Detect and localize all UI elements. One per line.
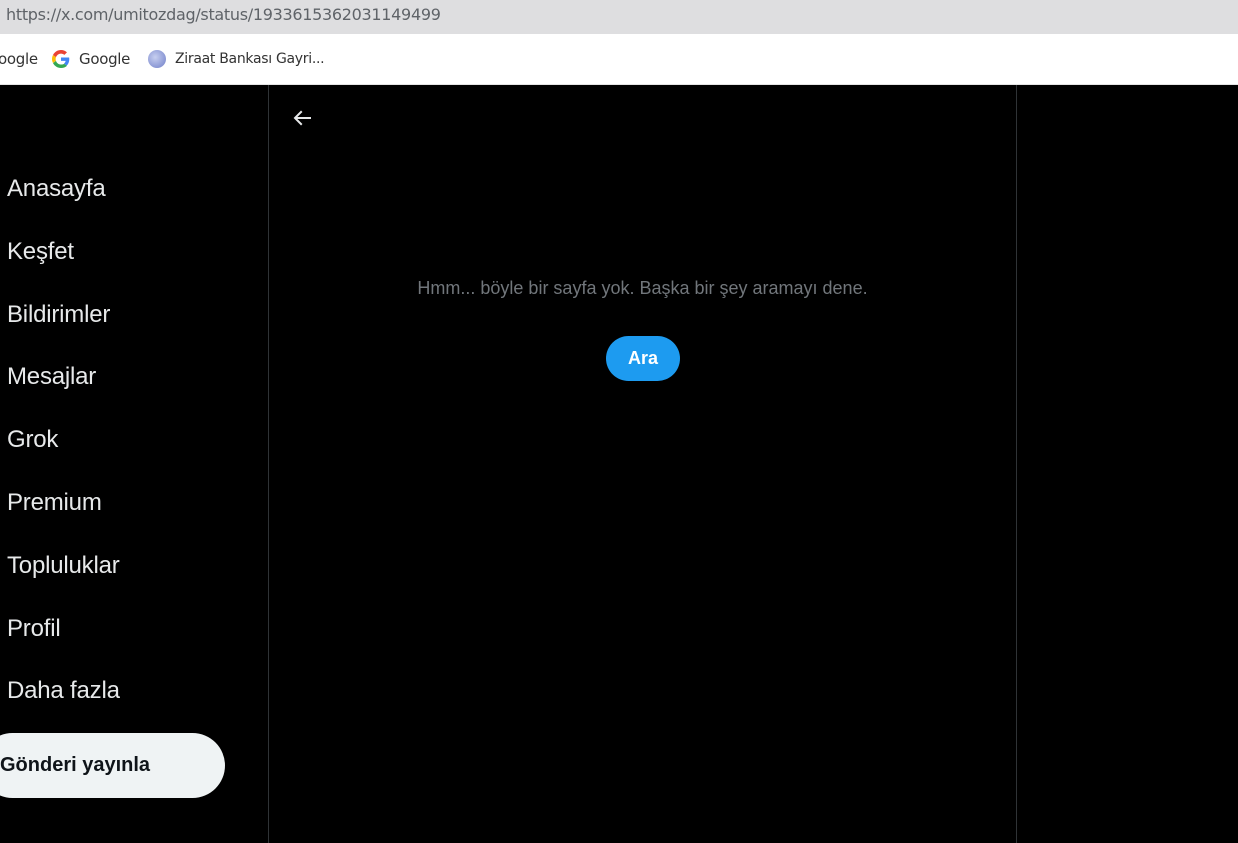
- sidebar-item-daha-fazla[interactable]: Daha fazla: [7, 677, 120, 705]
- sidebar-item-topluluklar[interactable]: Topluluklar: [7, 552, 120, 580]
- bookmark-google[interactable]: Google: [52, 50, 130, 68]
- sidebar: Anasayfa Keşfet Bildirimler Mesajlar Gro…: [0, 85, 268, 843]
- bookmark-item[interactable]: oogle: [0, 50, 38, 68]
- sidebar-item-bildirimler[interactable]: Bildirimler: [7, 301, 110, 329]
- sidebar-item-anasayfa[interactable]: Anasayfa: [7, 175, 106, 203]
- sidebar-item-profil[interactable]: Profil: [7, 615, 61, 643]
- search-button[interactable]: Ara: [606, 336, 680, 381]
- bookmark-label: oogle: [0, 50, 38, 68]
- globe-icon: [148, 50, 166, 68]
- url-text[interactable]: https://x.com/umitozdag/status/193361536…: [6, 5, 441, 24]
- bookmarks-bar: oogle Google Ziraat Bankası Gayri...: [0, 34, 1238, 85]
- sidebar-item-premium[interactable]: Premium: [7, 489, 102, 517]
- bookmark-ziraat[interactable]: Ziraat Bankası Gayri...: [148, 50, 325, 68]
- bookmark-label: Google: [79, 50, 131, 68]
- error-message: Hmm... böyle bir sayfa yok. Başka bir şe…: [417, 278, 868, 298]
- post-button[interactable]: Gönderi yayınla: [0, 733, 225, 798]
- sidebar-item-grok[interactable]: Grok: [7, 426, 58, 454]
- address-bar[interactable]: https://x.com/umitozdag/status/193361536…: [0, 0, 1238, 34]
- google-g-icon: [52, 50, 70, 68]
- sidebar-item-kesfet[interactable]: Keşfet: [7, 238, 74, 266]
- arrow-left-icon[interactable]: [290, 106, 314, 130]
- sidebar-item-mesajlar[interactable]: Mesajlar: [7, 363, 96, 391]
- bookmark-label: Ziraat Bankası Gayri...: [175, 51, 325, 67]
- main-column: [268, 85, 1017, 843]
